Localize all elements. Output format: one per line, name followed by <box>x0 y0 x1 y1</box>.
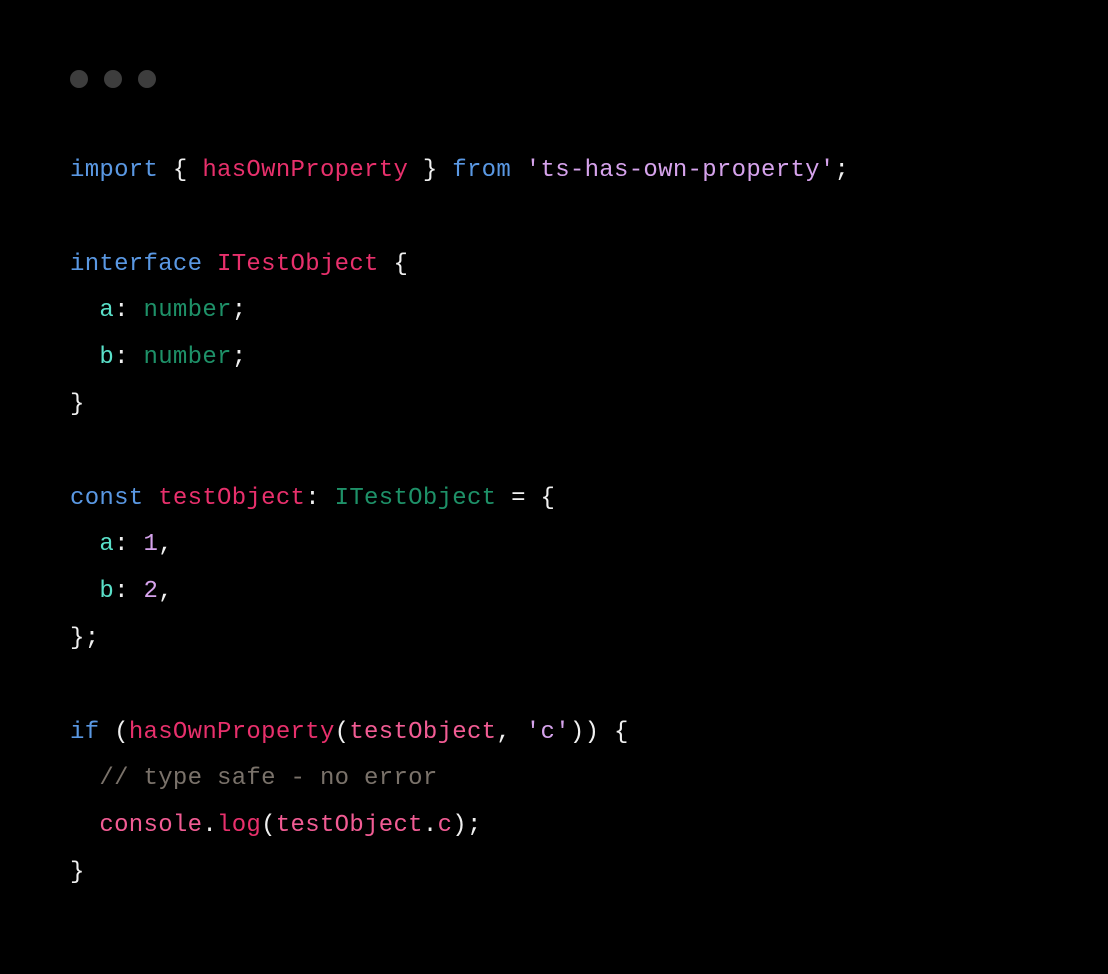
string-literal: 'c' <box>526 719 570 746</box>
variable-name: testObject <box>158 485 305 512</box>
code-line: b: number; <box>70 344 246 371</box>
type-annotation: number <box>144 344 232 371</box>
code-line: } <box>70 859 85 886</box>
property-name: b <box>99 578 114 605</box>
method-call: log <box>217 812 261 839</box>
keyword-from: from <box>452 157 511 184</box>
code-block: import { hasOwnProperty } from 'ts-has-o… <box>70 148 1038 897</box>
code-window: import { hasOwnProperty } from 'ts-has-o… <box>0 0 1108 937</box>
type-annotation: number <box>144 297 232 324</box>
minimize-icon[interactable] <box>104 70 122 88</box>
module-string: 'ts-has-own-property' <box>526 157 835 184</box>
keyword-import: import <box>70 157 158 184</box>
variable-ref: testObject <box>349 719 496 746</box>
code-line: a: 1, <box>70 531 173 558</box>
property-name: a <box>99 531 114 558</box>
code-line: } <box>70 391 85 418</box>
code-line: a: number; <box>70 297 246 324</box>
console-object: console <box>99 812 202 839</box>
type-annotation: ITestObject <box>335 485 497 512</box>
imported-symbol: hasOwnProperty <box>202 157 408 184</box>
number-literal: 1 <box>144 531 159 558</box>
code-line: console.log(testObject.c); <box>70 812 482 839</box>
property-name: b <box>99 344 114 371</box>
variable-ref: testObject <box>276 812 423 839</box>
function-call: hasOwnProperty <box>129 719 335 746</box>
number-literal: 2 <box>144 578 159 605</box>
window-controls <box>70 70 1038 88</box>
code-line: }; <box>70 625 99 652</box>
property-access: c <box>438 812 453 839</box>
property-name: a <box>99 297 114 324</box>
keyword-if: if <box>70 719 99 746</box>
code-line: // type safe - no error <box>70 765 438 792</box>
code-line: interface ITestObject { <box>70 251 408 278</box>
interface-name: ITestObject <box>217 251 379 278</box>
close-icon[interactable] <box>70 70 88 88</box>
comment: // type safe - no error <box>99 765 437 792</box>
code-line: import { hasOwnProperty } from 'ts-has-o… <box>70 157 849 184</box>
keyword-const: const <box>70 485 144 512</box>
maximize-icon[interactable] <box>138 70 156 88</box>
code-line: const testObject: ITestObject = { <box>70 485 555 512</box>
keyword-interface: interface <box>70 251 202 278</box>
code-line: if (hasOwnProperty(testObject, 'c')) { <box>70 719 629 746</box>
code-line: b: 2, <box>70 578 173 605</box>
